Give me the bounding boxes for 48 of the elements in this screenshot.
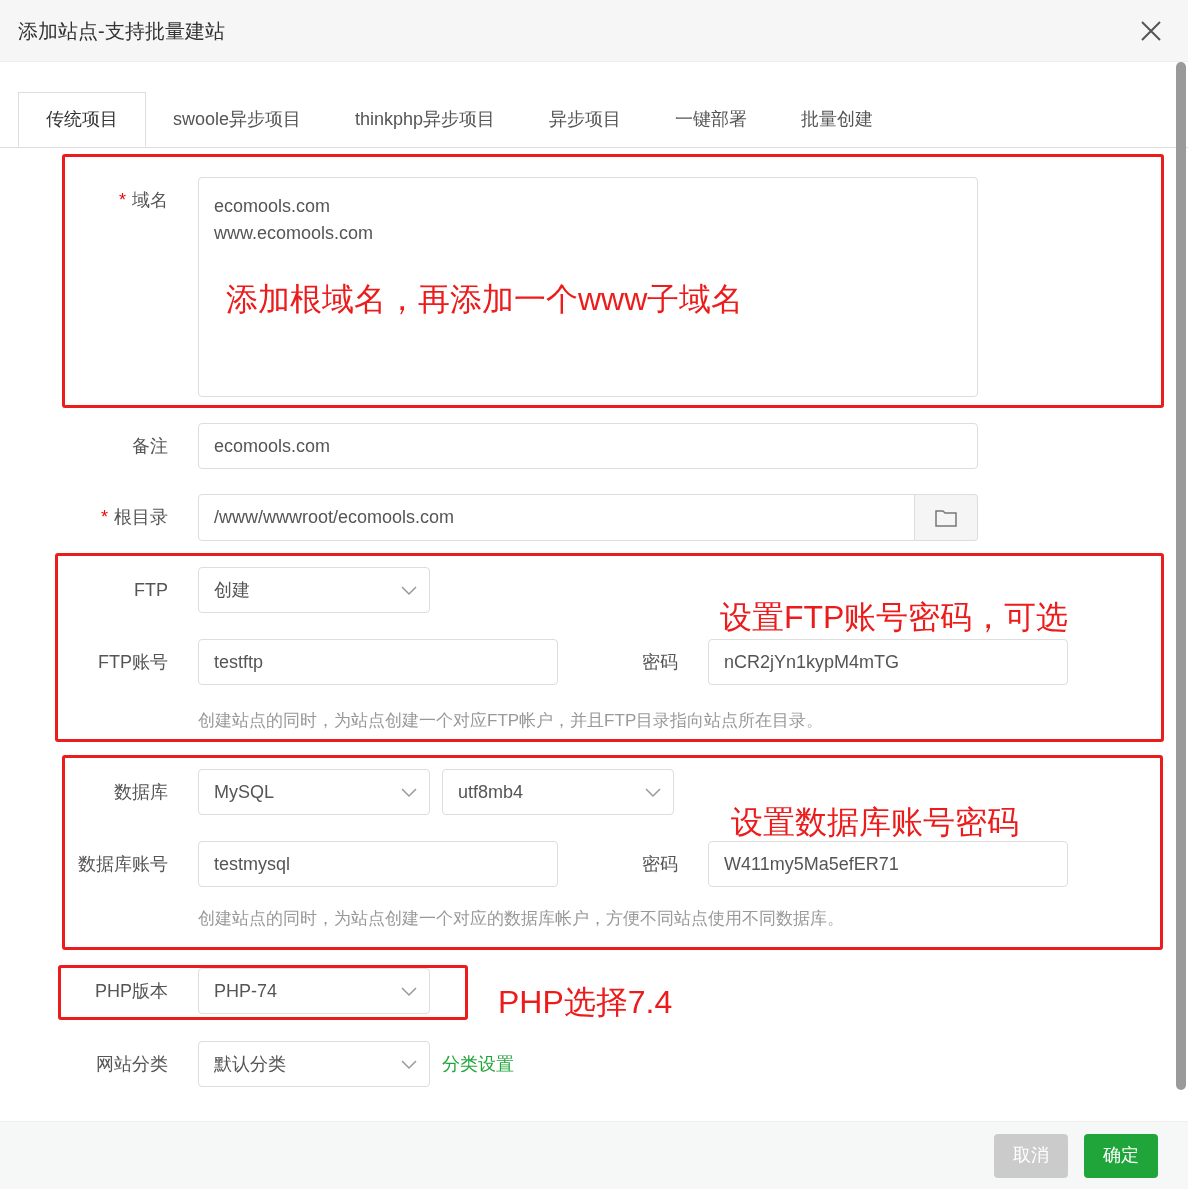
domain-line: www.ecomools.com [214,222,375,245]
input-field[interactable]: testftp [198,639,558,685]
field-label: 域名 [132,188,168,212]
select-field[interactable]: MySQL [198,769,430,815]
annotation-text: 设置FTP账号密码，可选 [720,598,1069,637]
annotation-text: 添加根域名，再添加一个www子域名 [226,280,744,319]
tab[interactable]: thinkphp异步项目 [328,92,523,147]
input-field[interactable]: ecomools.com [198,423,978,469]
field-label: 根目录 [114,505,168,529]
tab[interactable]: 传统项目 [18,92,146,147]
field-label: 密码 [642,650,678,674]
dialog-title: 添加站点-支持批量建站 [18,18,225,44]
select-field[interactable]: 默认分类 [198,1041,430,1087]
tab[interactable]: 异步项目 [522,92,649,147]
close-icon[interactable] [1141,20,1161,41]
chevron-down-icon [401,586,417,596]
hint-text: 创建站点的同时，为站点创建一个对应的数据库帐户，方便不同站点使用不同数据库。 [198,908,844,930]
select-field[interactable]: 创建 [198,567,430,613]
tab[interactable]: 一键部署 [648,92,775,147]
required-mark: * [119,188,126,212]
chevron-down-icon [645,788,661,798]
folder-icon [935,508,957,527]
required-mark: * [101,505,108,529]
field-label: FTP [134,578,168,602]
input-field[interactable]: W411my5Ma5efER71 [708,841,1068,887]
chevron-down-icon [401,788,417,798]
field-label: PHP版本 [95,979,168,1003]
field-label: 备注 [132,434,168,458]
scrollbar[interactable] [1176,62,1186,1090]
input-field[interactable]: /www/wwwroot/ecomools.com [198,494,915,541]
field-label: 密码 [642,852,678,876]
domain-line: ecomools.com [214,195,332,218]
folder-button[interactable] [915,494,978,541]
field-label: FTP账号 [98,650,168,674]
field-label: 数据库账号 [78,852,168,876]
input-field[interactable]: nCR2jYn1kypM4mTG [708,639,1068,685]
hint-text: 创建站点的同时，为站点创建一个对应FTP帐户，并且FTP目录指向站点所在目录。 [198,710,824,732]
annotation-text: 设置数据库账号密码 [731,803,1019,842]
select-field[interactable]: utf8mb4 [442,769,674,815]
input-field[interactable]: testmysql [198,841,558,887]
tab[interactable]: 批量创建 [774,92,901,147]
chevron-down-icon [401,987,417,997]
tab[interactable]: swoole异步项目 [146,92,329,147]
annotation-text: PHP选择7.4 [498,983,673,1022]
field-label: 数据库 [114,780,168,804]
select-field[interactable]: PHP-74 [198,968,430,1014]
chevron-down-icon [401,1060,417,1070]
field-label: 网站分类 [96,1052,168,1076]
